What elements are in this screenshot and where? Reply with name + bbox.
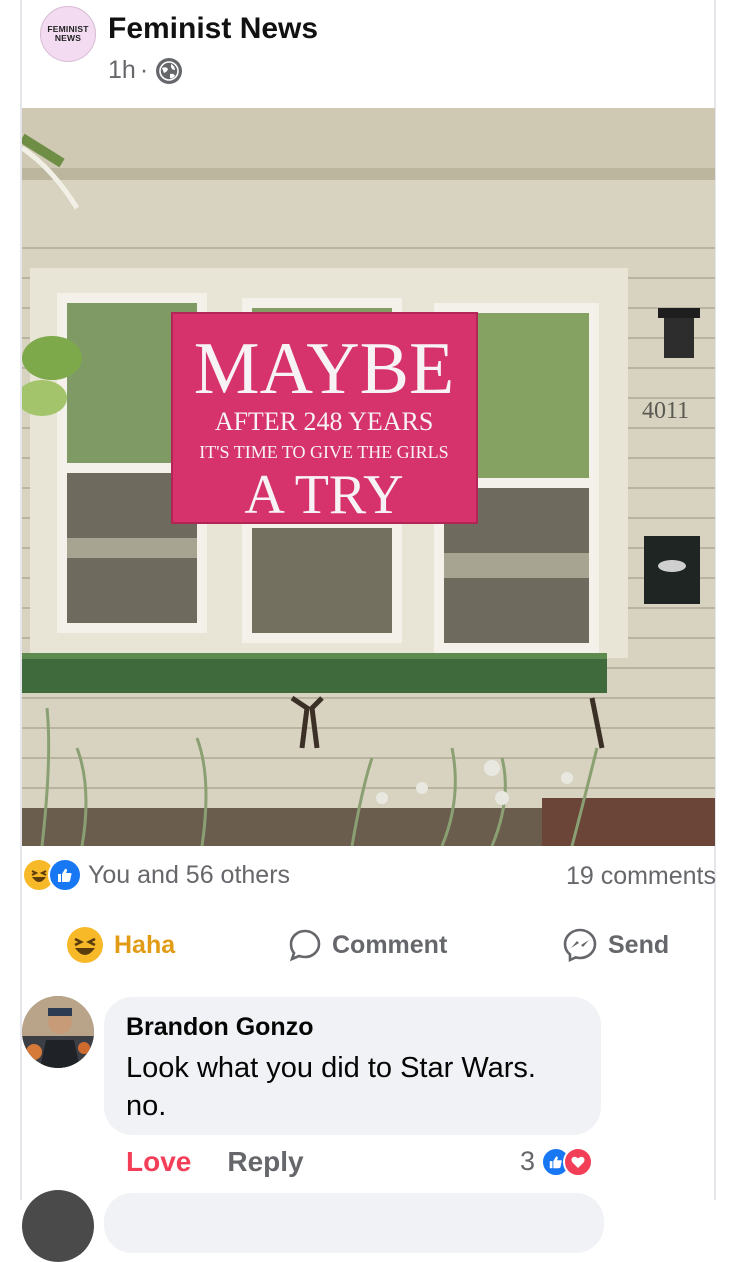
comment-button[interactable]: Comment bbox=[288, 920, 447, 970]
page-name[interactable]: Feminist News bbox=[108, 12, 318, 46]
house-number: 4011 bbox=[642, 398, 689, 424]
love-button[interactable]: Love bbox=[126, 1146, 191, 1178]
comment-actions: Love Reply bbox=[126, 1146, 304, 1178]
comment-label: Comment bbox=[332, 930, 448, 959]
banner-line-2: AFTER 248 YEARS bbox=[215, 407, 434, 436]
post-actions: Haha Comment Send bbox=[22, 920, 715, 970]
send-button[interactable]: Send bbox=[562, 920, 669, 970]
like-icon bbox=[48, 858, 82, 892]
commenter-avatar[interactable] bbox=[22, 996, 94, 1068]
page-avatar[interactable]: FEMINIST NEWS bbox=[40, 6, 96, 62]
reply-button[interactable]: Reply bbox=[227, 1146, 303, 1178]
haha-button[interactable]: Haha bbox=[66, 920, 175, 970]
haha-label: Haha bbox=[114, 930, 176, 959]
reactions-text: You and 56 others bbox=[88, 860, 291, 889]
reaction-summary[interactable]: You and 56 others bbox=[22, 858, 290, 892]
globe-icon[interactable] bbox=[156, 57, 183, 84]
comment-icon bbox=[289, 929, 321, 962]
page-avatar-line-2: NEWS bbox=[54, 33, 82, 43]
comment-text-line-2: no. bbox=[126, 1090, 167, 1122]
comment-text-line-1: Look what you did to Star Wars. bbox=[126, 1052, 536, 1084]
post-time[interactable]: 1h bbox=[108, 56, 136, 85]
send-label: Send bbox=[608, 930, 670, 959]
comment-reaction-count: 3 bbox=[520, 1146, 536, 1176]
commenter-name[interactable]: Brandon Gonzo bbox=[126, 1013, 313, 1042]
next-commenter-avatar[interactable] bbox=[22, 1190, 94, 1262]
post-photo[interactable]: 4011 MAYBE AFTER 248 YEARS IT'S TIME TO … bbox=[22, 108, 715, 846]
messenger-icon bbox=[563, 928, 597, 963]
comment-text: Look what you did to Star Wars. no. bbox=[126, 1049, 586, 1125]
next-comment-bubble[interactable] bbox=[104, 1193, 604, 1253]
post-meta: 1h · bbox=[108, 56, 183, 85]
comments-count[interactable]: 19 comments bbox=[566, 862, 716, 891]
comment-reactions[interactable]: 3 bbox=[520, 1146, 594, 1177]
meta-separator: · bbox=[139, 56, 149, 84]
love-icon bbox=[563, 1146, 594, 1177]
banner-line-4: A TRY bbox=[244, 464, 403, 526]
banner-line-3: IT'S TIME TO GIVE THE GIRLS bbox=[199, 442, 448, 462]
banner-line-1: MAYBE bbox=[194, 328, 454, 410]
haha-icon bbox=[67, 927, 103, 963]
comment-bubble[interactable]: Brandon Gonzo Look what you did to Star … bbox=[104, 997, 601, 1135]
